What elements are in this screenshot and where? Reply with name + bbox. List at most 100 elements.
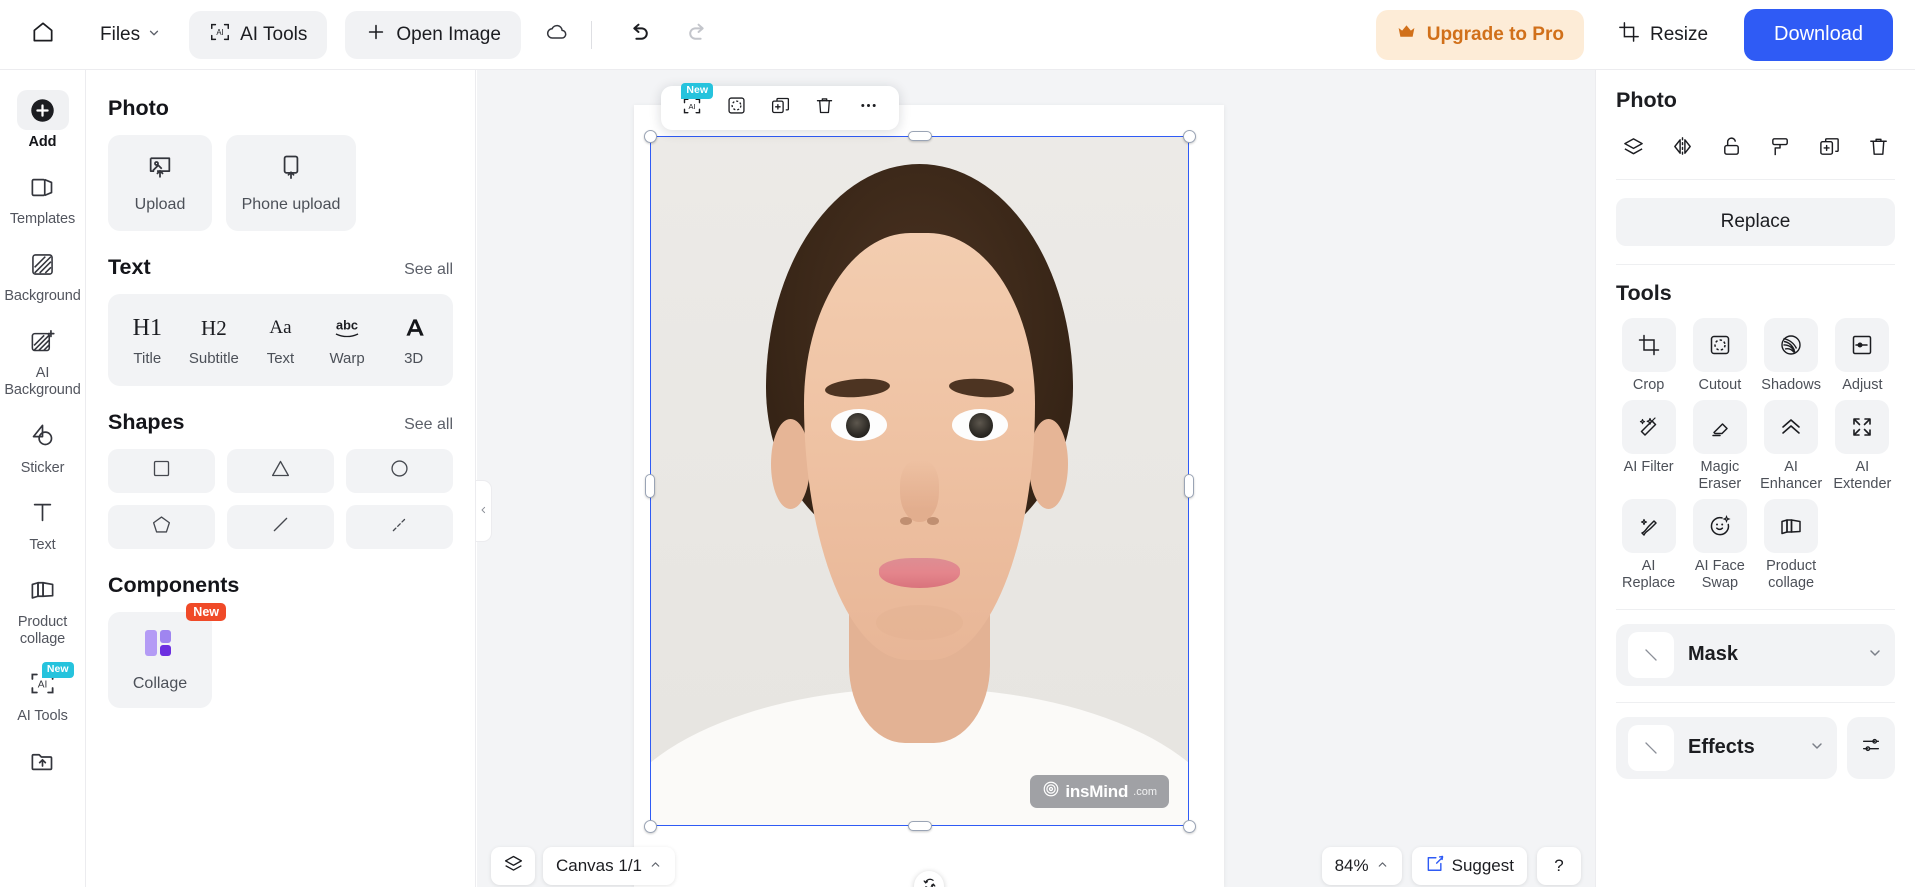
cloud-save-button[interactable]	[535, 13, 579, 57]
zoom-control[interactable]: 84%	[1321, 847, 1402, 885]
cutout-icon	[726, 95, 747, 121]
canvas-area[interactable]: insMind .com New AI	[477, 70, 1595, 887]
components-section-header: Components	[108, 573, 453, 598]
float-cutout-button[interactable]	[717, 91, 755, 125]
rail-item-add[interactable]: Add	[4, 82, 82, 157]
redo-button[interactable]	[676, 13, 720, 57]
rail-item-background[interactable]: Background	[4, 236, 82, 311]
open-image-button[interactable]: Open Image	[345, 10, 521, 59]
rail-item-product-collage[interactable]: Product collage	[4, 562, 82, 654]
tool-ai-enhancer[interactable]: AI Enhancer	[1759, 400, 1824, 493]
tool-product-collage[interactable]: Product collage	[1759, 499, 1824, 592]
float-duplicate-button[interactable]	[761, 91, 799, 125]
triangle-icon	[270, 458, 291, 484]
tool-cutout[interactable]: Cutout	[1687, 318, 1752, 394]
replace-button[interactable]: Replace	[1616, 198, 1895, 246]
ai-face-swap-icon	[1692, 499, 1747, 554]
upgrade-to-pro-button[interactable]: Upgrade to Pro	[1375, 9, 1584, 60]
tool-ai-extender[interactable]: AI Extender	[1830, 400, 1895, 493]
portrait-nostril-right	[926, 516, 939, 526]
resize-handle-bottom[interactable]	[908, 821, 932, 831]
rail-item-text[interactable]: Text	[4, 485, 82, 560]
text-preset-warp[interactable]: abc Warp	[317, 313, 377, 367]
ai-background-icon	[17, 321, 69, 361]
rail-label: AI Tools	[17, 707, 68, 724]
photo-layer[interactable]: insMind .com	[650, 136, 1189, 826]
files-menu[interactable]: Files	[90, 16, 171, 54]
resize-handle-bottom-right[interactable]	[1183, 820, 1196, 833]
canvas-selector[interactable]: Canvas 1/1	[543, 847, 675, 885]
rail-item-sticker[interactable]: Sticker	[4, 408, 82, 483]
tool-label: AI Filter	[1623, 459, 1674, 476]
flip-icon[interactable]	[1665, 129, 1699, 163]
unlock-icon[interactable]	[1714, 129, 1748, 163]
resize-handle-left[interactable]	[645, 474, 655, 498]
text-preset-title[interactable]: H1 Title	[117, 313, 177, 368]
rail-item-ai-tools[interactable]: New AI AI Tools	[4, 656, 82, 731]
text-preset-subtitle[interactable]: H2 Subtitle	[184, 313, 244, 368]
paint-roller-icon[interactable]	[1763, 129, 1797, 163]
text-preset-text[interactable]: Aa Text	[250, 313, 310, 367]
resize-handle-bottom-left[interactable]	[644, 820, 657, 833]
upload-card[interactable]: Upload	[108, 135, 212, 231]
layers-icon	[503, 853, 524, 879]
rail-item-upload[interactable]	[4, 733, 82, 787]
resize-handle-top[interactable]	[908, 131, 932, 141]
duplicate-icon[interactable]	[1812, 129, 1846, 163]
float-ai-tools-button[interactable]: New AI	[673, 83, 713, 125]
tool-adjust[interactable]: Adjust	[1830, 318, 1895, 394]
resize-handle-right[interactable]	[1184, 474, 1194, 498]
tool-crop[interactable]: Crop	[1616, 318, 1681, 394]
ai-tools-button[interactable]: AI AI Tools	[189, 10, 328, 59]
effects-settings-button[interactable]	[1847, 716, 1895, 779]
resize-handle-top-right[interactable]	[1183, 130, 1196, 143]
shape-pentagon[interactable]	[108, 505, 215, 549]
trash-icon	[814, 95, 835, 121]
shape-square[interactable]	[108, 449, 215, 493]
text-presets: H1 Title H2 Subtitle Aa Text abc Warp 3D	[108, 294, 453, 386]
phone-upload-card[interactable]: Phone upload	[226, 135, 356, 231]
photo-cards: Upload Phone upload	[108, 135, 453, 231]
shape-line[interactable]	[227, 505, 334, 549]
download-button[interactable]: Download	[1744, 8, 1893, 61]
home-button[interactable]	[22, 14, 64, 56]
shapes-see-all-link[interactable]: See all	[404, 416, 453, 434]
tool-magic-eraser[interactable]: Magic Eraser	[1687, 400, 1752, 493]
float-delete-button[interactable]	[805, 91, 843, 125]
tool-shadows[interactable]: Shadows	[1759, 318, 1824, 394]
panel-collapse-button[interactable]	[476, 480, 492, 542]
help-button[interactable]: ?	[1537, 847, 1581, 885]
effects-accordion-header[interactable]: Effects	[1616, 716, 1837, 779]
float-more-button[interactable]	[849, 91, 887, 125]
suggest-label: Suggest	[1451, 856, 1514, 875]
trash-icon[interactable]	[1861, 129, 1895, 163]
rail-label: Text	[29, 536, 56, 553]
shape-dashed-line[interactable]	[346, 505, 453, 549]
artboard[interactable]: insMind .com New AI	[634, 83, 1224, 887]
collage-card[interactable]: New Collage	[108, 603, 226, 708]
accordion-divider-top	[1616, 608, 1895, 610]
layers-button[interactable]	[491, 847, 535, 885]
undo-button[interactable]	[618, 13, 662, 57]
tool-ai-face-swap[interactable]: AI Face Swap	[1687, 499, 1752, 592]
panel-divider	[1616, 264, 1895, 265]
rail-item-templates[interactable]: Templates	[4, 159, 82, 234]
right-panel: Photo Replace Tools Crop Cutout Shadows …	[1595, 70, 1915, 887]
shape-triangle[interactable]	[227, 449, 334, 493]
quick-actions	[1616, 129, 1895, 180]
text-see-all-link[interactable]: See all	[404, 261, 453, 279]
text-preset-3d[interactable]: 3D	[384, 313, 444, 367]
layers-icon[interactable]	[1616, 129, 1650, 163]
rotate-handle[interactable]	[914, 871, 944, 887]
rail-item-ai-background[interactable]: AI Background	[4, 313, 82, 405]
tools-grid: Crop Cutout Shadows Adjust AI Filter Mag…	[1616, 318, 1895, 593]
tool-ai-filter[interactable]: AI Filter	[1616, 400, 1681, 493]
resize-button[interactable]: Resize	[1602, 11, 1724, 59]
chevron-up-icon	[1376, 856, 1389, 876]
resize-handle-top-left[interactable]	[644, 130, 657, 143]
tool-ai-replace[interactable]: AI Replace	[1616, 499, 1681, 592]
mask-accordion-header[interactable]: Mask	[1616, 623, 1895, 686]
suggest-button[interactable]: Suggest	[1411, 847, 1527, 885]
shape-circle[interactable]	[346, 449, 453, 493]
left-panel: Photo Upload Phone upload Text See all H…	[86, 70, 476, 887]
